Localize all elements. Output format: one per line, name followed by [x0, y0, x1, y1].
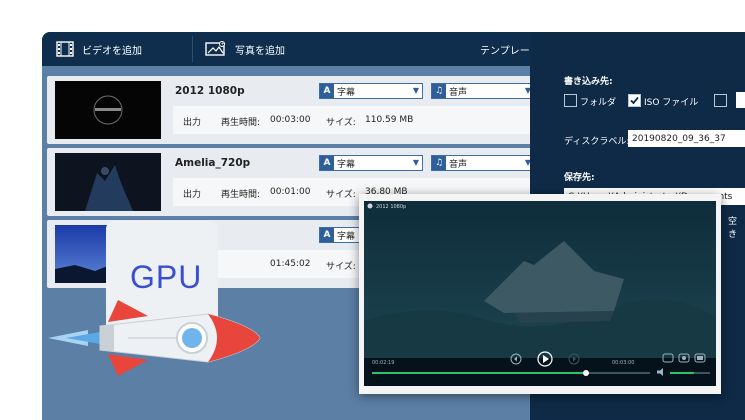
folder-icon[interactable] — [694, 352, 706, 364]
subtitle-value: 字幕 — [337, 231, 356, 242]
subtitle-icon: A — [320, 228, 334, 242]
camera-icon[interactable] — [678, 352, 690, 364]
save-to-label: 保存先: — [564, 173, 595, 183]
rewind-icon[interactable] — [509, 352, 523, 366]
size-label: サイズ: — [326, 262, 356, 272]
subtitle-select[interactable]: A 字幕 ▼ — [319, 83, 423, 99]
volume-fill — [670, 372, 694, 374]
snapshot-icon[interactable] — [662, 352, 674, 364]
audio-icon: ♫ — [432, 156, 446, 170]
chevron-down-icon: ▼ — [412, 158, 419, 167]
burn-to-label: 書き込み先: — [564, 77, 613, 87]
add-video-label: ビデオを追加 — [82, 45, 142, 57]
size-value: 110.59 MB — [365, 115, 414, 125]
video-title: Amelia_720p — [175, 157, 251, 169]
video-thumbnail[interactable] — [55, 81, 161, 139]
volume-track[interactable] — [670, 372, 710, 374]
toolbar-divider — [192, 36, 193, 62]
duration-value: 00:03:00 — [270, 115, 311, 125]
progress-handle[interactable] — [583, 370, 589, 376]
forward-icon[interactable] — [567, 352, 581, 366]
gpu-label: GPU — [130, 259, 203, 295]
time-total: 00:03:00 — [612, 360, 635, 366]
duration-label: 再生時間: — [221, 118, 261, 128]
subtitle-icon: A — [320, 84, 334, 98]
add-video-button[interactable]: ビデオを追加 — [56, 32, 142, 66]
video-player: 2012 1080p 00:02:19 00:03:00 — [359, 194, 721, 394]
rocket-icon — [48, 300, 261, 376]
disc-label-label: ディスクラベル: — [564, 137, 630, 147]
chevron-down-icon: ▼ — [412, 86, 419, 95]
subtitle-icon: A — [320, 156, 334, 170]
svg-text:+: + — [221, 42, 225, 48]
audio-value: 音声 — [449, 159, 468, 170]
play-icon[interactable] — [536, 350, 554, 368]
video-thumbnail[interactable] — [55, 153, 161, 211]
audio-value: 音声 — [449, 87, 468, 98]
add-photo-button[interactable]: + 写真を追加 — [205, 32, 285, 66]
iso-label: ISO ファイル — [644, 98, 699, 108]
add-photo-label: 写真を追加 — [235, 45, 285, 57]
audio-icon: ♫ — [432, 84, 446, 98]
thumbnail-image — [55, 153, 161, 211]
subtitle-select[interactable]: A 字幕 ▼ — [319, 155, 423, 171]
audio-select[interactable]: ♫ 音声 ▼ — [431, 83, 535, 99]
iso-checkbox[interactable] — [628, 94, 641, 107]
disc-label-input[interactable]: 20190820_09_36_37 — [628, 130, 745, 147]
duration-value: 01:45:02 — [270, 259, 311, 269]
time-current: 00:02:19 — [372, 360, 395, 366]
size-label: サイズ: — [326, 190, 356, 200]
photo-icon: + — [205, 41, 225, 56]
output-label: 出力 — [183, 118, 202, 128]
video-title: 2012 1080p — [175, 85, 245, 97]
check-icon — [630, 96, 639, 105]
progress-track[interactable] — [372, 370, 650, 376]
player-screen[interactable]: 2012 1080p 00:02:19 00:03:00 — [364, 201, 716, 386]
subtitle-value: 字幕 — [337, 159, 356, 170]
folder-label: フォルダ — [580, 98, 617, 108]
disc-checkbox[interactable] — [714, 94, 727, 107]
video-info: 出力 再生時間: 00:03:00 サイズ: 110.59 MB — [173, 106, 535, 134]
free-space-label: 空き — [728, 217, 738, 240]
film-icon — [56, 41, 74, 57]
player-controls: 00:02:19 00:03:00 — [364, 351, 716, 386]
duration-label: 再生時間: — [221, 190, 261, 200]
output-label: 出力 — [183, 190, 202, 200]
duration-value: 00:01:00 — [270, 187, 311, 197]
player-tab-label: 2012 1080p — [376, 204, 406, 210]
subtitle-value: 字幕 — [337, 87, 356, 98]
progress-fill — [372, 372, 586, 374]
video-row[interactable]: 2012 1080p A 字幕 ▼ ♫ 音声 ▼ 出力 再生時間: 00:03:… — [47, 76, 535, 144]
disc-field[interactable] — [736, 92, 745, 108]
folder-checkbox[interactable] — [564, 94, 577, 107]
volume-icon[interactable] — [656, 367, 666, 377]
size-label: サイズ: — [326, 118, 356, 128]
thumbnail-image — [55, 81, 161, 139]
audio-select[interactable]: ♫ 音声 ▼ — [431, 155, 535, 171]
